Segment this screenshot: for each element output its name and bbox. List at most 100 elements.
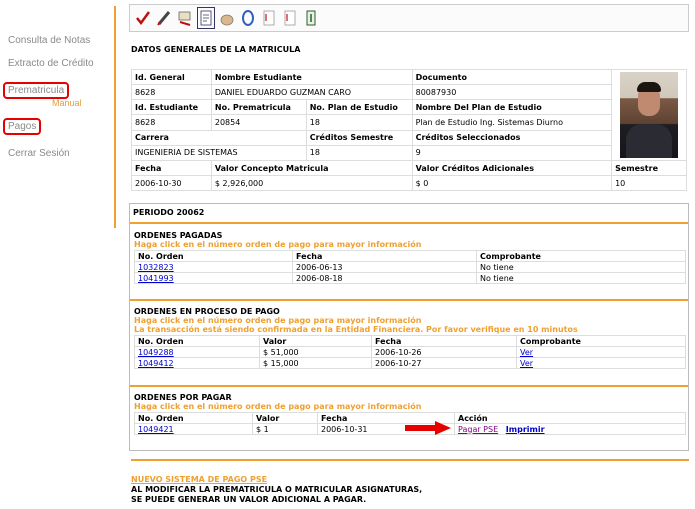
cell-valor: $ 51,000 bbox=[259, 346, 372, 358]
header-no-plan: No. Plan de Estudio bbox=[305, 99, 413, 116]
sidebar-item-pagos[interactable]: Pagos bbox=[3, 118, 42, 135]
ordenes-proceso-confirm-note: La transacción está siendo confirmada en… bbox=[134, 325, 578, 334]
footer-notice-line1: AL MODIFICAR LA PREMATRICULA O MATRICULA… bbox=[131, 485, 423, 494]
header-comprobante: Comprobante bbox=[516, 335, 686, 347]
table-row: 1049288 $ 51,000 2006-10-26 Ver bbox=[134, 346, 686, 358]
value-valor-adicionales: $ 0 bbox=[411, 175, 613, 191]
pagar-pse-link[interactable]: Pagar PSE bbox=[458, 425, 498, 434]
periodo-panel: PERIODO 20062 ORDENES PAGADAS Haga click… bbox=[129, 203, 689, 451]
header-fecha: Fecha bbox=[371, 335, 517, 347]
flag-icon[interactable] bbox=[176, 7, 194, 29]
value-no-prematricula: 20854 bbox=[210, 114, 307, 131]
value-no-plan: 18 bbox=[305, 114, 413, 131]
header-no-orden: No. Orden bbox=[134, 335, 260, 347]
orden-link[interactable]: 1041993 bbox=[138, 274, 174, 283]
footer-notice-line2: SE PUEDE GENERAR UN VALOR ADICIONAL A PA… bbox=[131, 495, 367, 504]
header-semestre: Semestre bbox=[611, 160, 687, 176]
header-nombre-estudiante: Nombre Estudiante bbox=[210, 68, 413, 86]
orden-link[interactable]: 1049421 bbox=[138, 425, 174, 434]
report-alt-icon[interactable] bbox=[281, 7, 299, 29]
cell-comprobante: No tiene bbox=[476, 272, 686, 284]
cell-comprobante: No tiene bbox=[476, 261, 686, 273]
student-photo bbox=[620, 72, 679, 158]
footer-separator bbox=[131, 459, 689, 461]
header-no-orden: No. Orden bbox=[134, 250, 293, 262]
arrow-icon bbox=[405, 421, 451, 435]
value-documento: 80087930 bbox=[411, 84, 613, 101]
page-title: DATOS GENERALES DE LA MATRICULA bbox=[131, 45, 301, 54]
value-id-general: 8628 bbox=[131, 84, 212, 101]
ordenes-pagadas-table: No. Orden Fecha Comprobante 1032823 2006… bbox=[134, 250, 686, 284]
table-row: 1041993 2006-08-18 No tiene bbox=[134, 272, 686, 284]
header-valor-adicionales: Valor Créditos Adicionales bbox=[411, 160, 613, 176]
value-semestre: 10 bbox=[611, 175, 687, 191]
ordenes-por-pagar-title: ORDENES POR PAGAR bbox=[134, 393, 232, 402]
document-icon[interactable] bbox=[197, 7, 215, 29]
value-valor-concepto: $ 2,926,000 bbox=[210, 175, 413, 191]
header-fecha: Fecha bbox=[292, 250, 477, 262]
ordenes-proceso-title: ORDENES EN PROCESO DE PAGO bbox=[134, 307, 280, 316]
exit-icon[interactable] bbox=[302, 7, 320, 29]
general-data-table: Id. General Nombre Estudiante Documento … bbox=[131, 68, 687, 191]
orden-link[interactable]: 1049412 bbox=[138, 359, 174, 368]
separator bbox=[130, 299, 688, 301]
value-nombre-estudiante: DANIEL EDUARDO GUZMAN CARO bbox=[210, 84, 413, 101]
sidebar-item-cerrar-sesion[interactable]: Cerrar Sesión bbox=[8, 148, 70, 159]
value-nombre-plan: Plan de Estudio Ing. Sistemas Diurno bbox=[411, 114, 613, 131]
header-valor: Valor bbox=[252, 412, 318, 424]
header-fecha: Fecha bbox=[131, 160, 212, 176]
header-accion: Acción bbox=[454, 412, 686, 424]
header-nombre-plan: Nombre Del Plan de Estudio bbox=[411, 99, 613, 116]
sidebar-subitem-manual[interactable]: Manual bbox=[52, 98, 82, 108]
header-documento: Documento bbox=[411, 68, 613, 86]
header-creditos-seleccionados: Créditos Seleccionados bbox=[411, 129, 613, 146]
ver-link[interactable]: Ver bbox=[520, 348, 533, 357]
cell-fecha: 2006-10-27 bbox=[371, 357, 517, 369]
cell-fecha: 2006-08-18 bbox=[292, 272, 477, 284]
student-photo-cell bbox=[611, 69, 687, 161]
pse-link[interactable]: NUEVO SISTEMA DE PAGO PSE bbox=[131, 475, 267, 484]
pencil-icon[interactable] bbox=[155, 7, 173, 29]
table-row: 1049412 $ 15,000 2006-10-27 Ver bbox=[134, 357, 686, 369]
ordenes-pagadas-title: ORDENES PAGADAS bbox=[134, 231, 223, 240]
orden-link[interactable]: 1049288 bbox=[138, 348, 174, 357]
header-creditos-semestre: Créditos Semestre bbox=[305, 129, 413, 146]
sidebar-item-consulta-notas[interactable]: Consulta de Notas bbox=[8, 35, 90, 46]
ordenes-pagadas-note: Haga click en el número orden de pago pa… bbox=[134, 240, 422, 249]
ordenes-proceso-note: Haga click en el número orden de pago pa… bbox=[134, 316, 422, 325]
hand-icon[interactable] bbox=[218, 7, 236, 29]
report-icon[interactable] bbox=[260, 7, 278, 29]
ver-link[interactable]: Ver bbox=[520, 359, 533, 368]
orden-link[interactable]: 1032823 bbox=[138, 263, 174, 272]
header-comprobante: Comprobante bbox=[476, 250, 686, 262]
periodo-title: PERIODO 20062 bbox=[133, 208, 205, 217]
table-row: 1032823 2006-06-13 No tiene bbox=[134, 261, 686, 273]
header-valor-concepto: Valor Concepto Matricula bbox=[210, 160, 413, 176]
toolbar bbox=[129, 4, 689, 32]
ordenes-por-pagar-note: Haga click en el número orden de pago pa… bbox=[134, 402, 422, 411]
separator bbox=[130, 222, 688, 224]
header-no-orden: No. Orden bbox=[134, 412, 253, 424]
circle-icon[interactable] bbox=[239, 7, 257, 29]
cell-fecha: 2006-10-26 bbox=[371, 346, 517, 358]
cell-fecha: 2006-06-13 bbox=[292, 261, 477, 273]
ordenes-proceso-table: No. Orden Valor Fecha Comprobante 104928… bbox=[134, 335, 686, 369]
sidebar: Consulta de Notas Extracto de Crédito Pr… bbox=[0, 0, 116, 509]
header-id-general: Id. General bbox=[131, 68, 212, 86]
imprimir-link[interactable]: Imprimir bbox=[506, 425, 545, 434]
sidebar-divider bbox=[114, 6, 116, 228]
value-carrera: INGENIERIA DE SISTEMAS bbox=[131, 144, 307, 162]
value-creditos-semestre: 18 bbox=[305, 144, 413, 162]
header-valor: Valor bbox=[259, 335, 372, 347]
sidebar-item-extracto-credito[interactable]: Extracto de Crédito bbox=[8, 58, 94, 69]
value-fecha: 2006-10-30 bbox=[131, 175, 212, 191]
header-carrera: Carrera bbox=[131, 129, 307, 146]
value-id-estudiante: 8628 bbox=[131, 114, 212, 131]
value-creditos-seleccionados: 9 bbox=[411, 144, 613, 162]
header-id-estudiante: Id. Estudiante bbox=[131, 99, 212, 116]
sidebar-item-prematricula[interactable]: Prematricula bbox=[3, 82, 70, 99]
header-no-prematricula: No. Prematricula bbox=[210, 99, 307, 116]
check-icon[interactable] bbox=[134, 7, 152, 29]
cell-valor: $ 15,000 bbox=[259, 357, 372, 369]
separator bbox=[130, 385, 688, 387]
